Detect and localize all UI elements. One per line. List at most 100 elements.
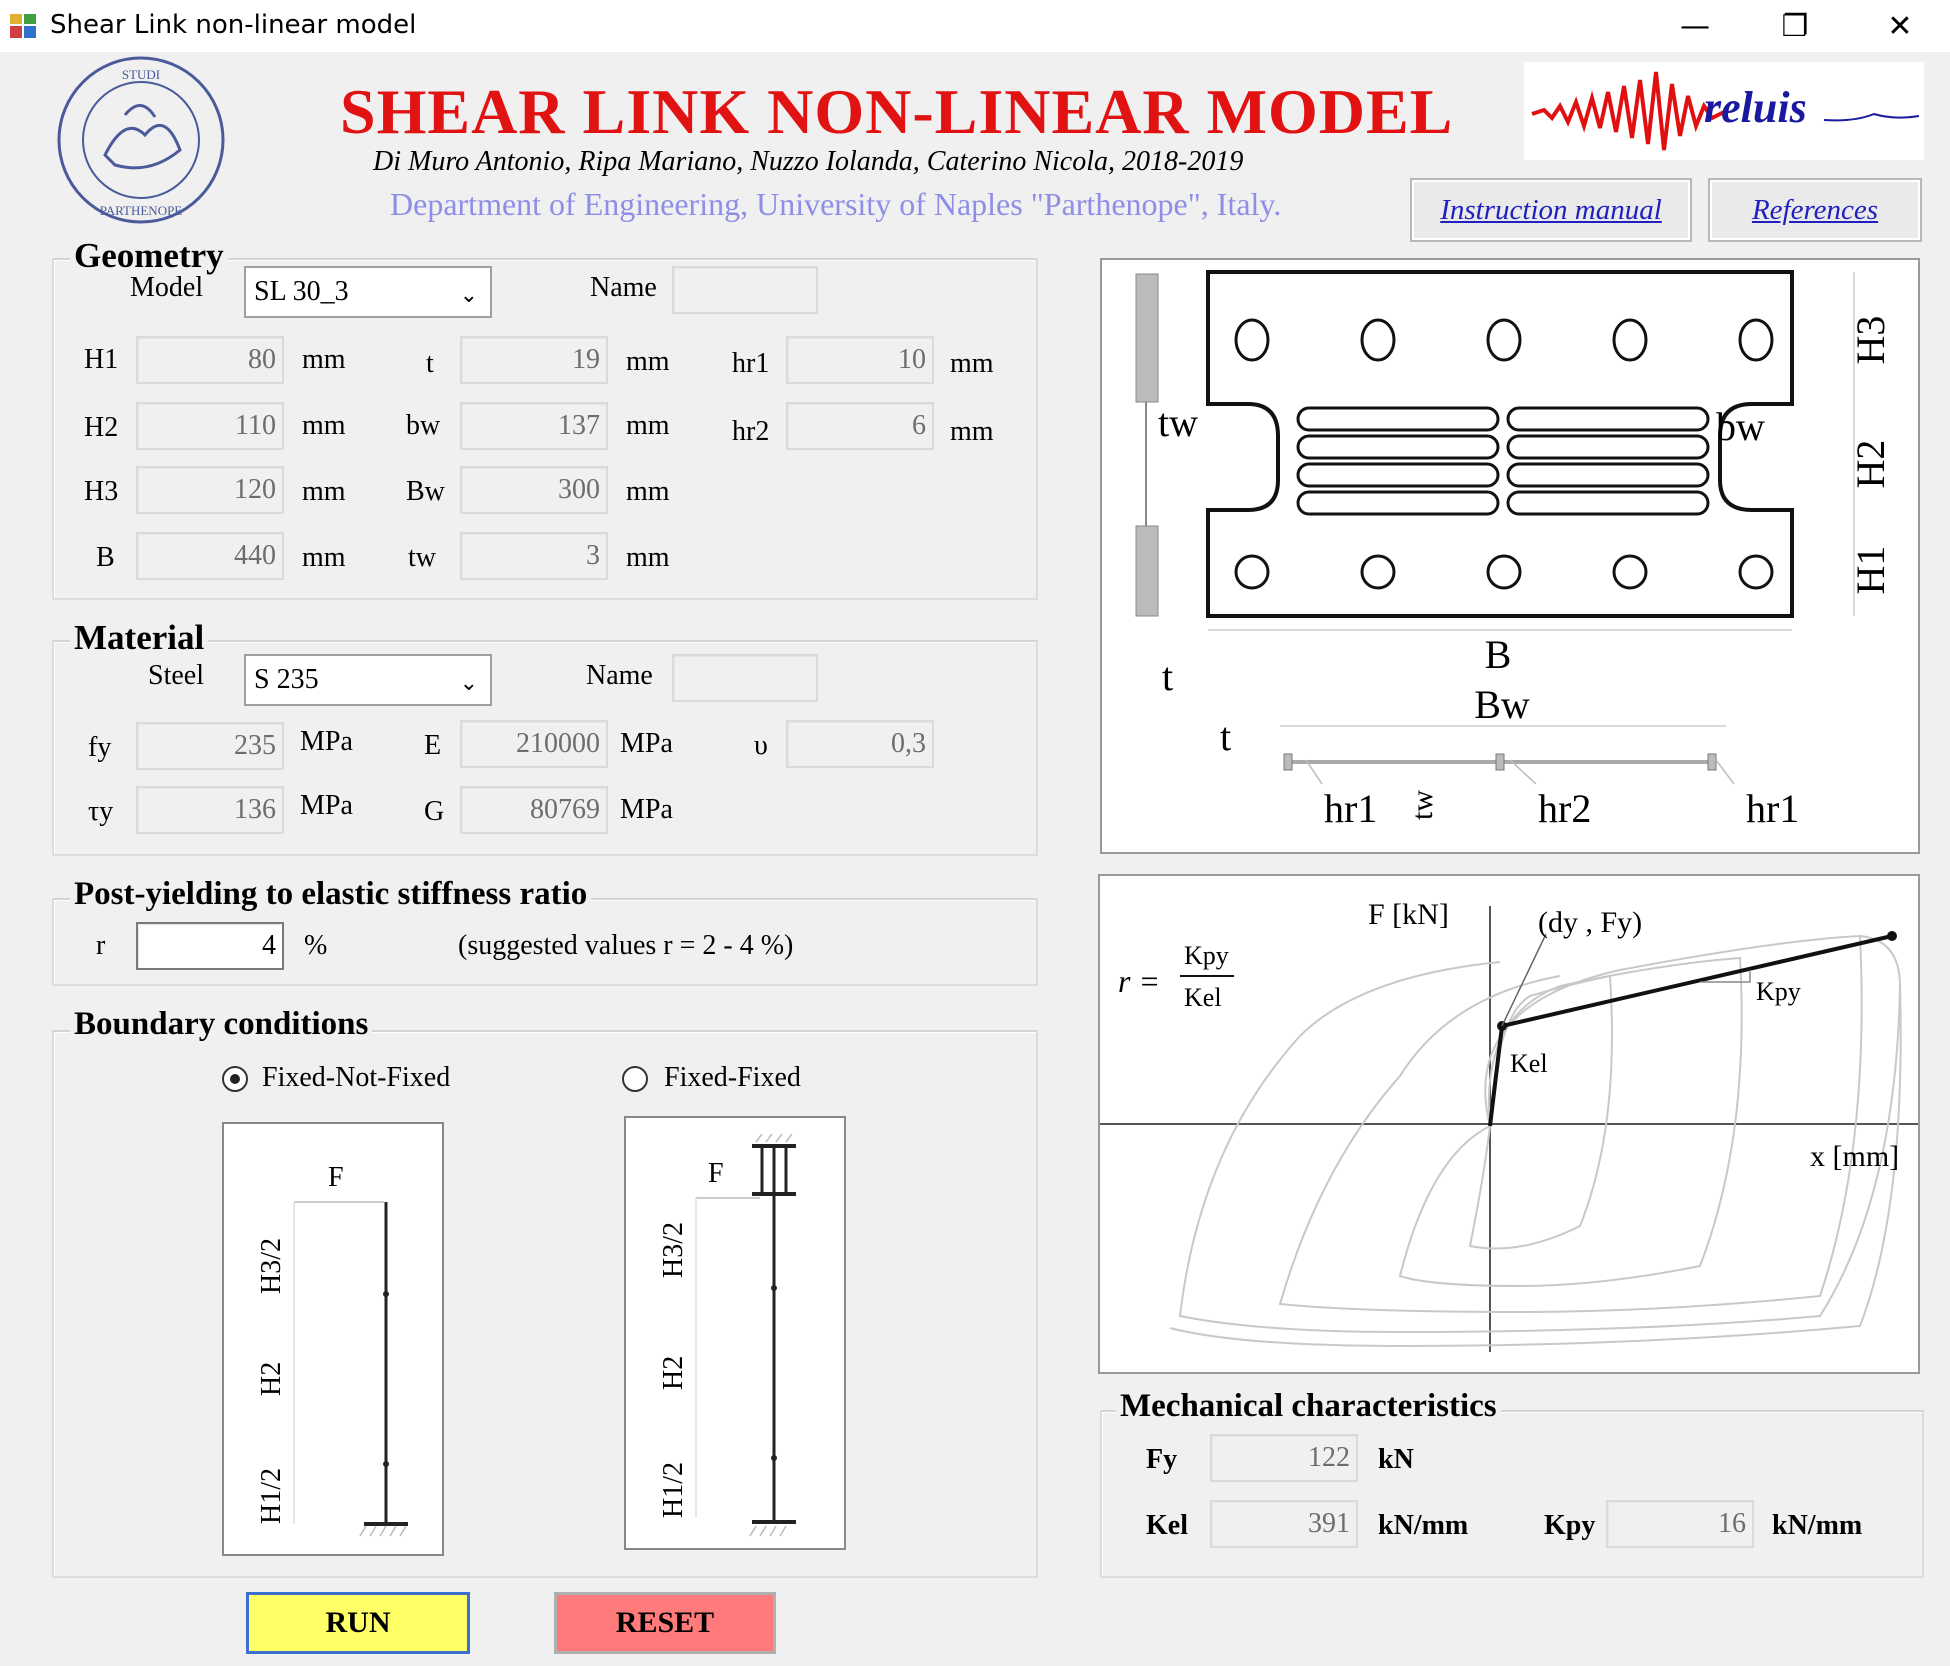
h2-scheme-label: H2 (256, 1362, 287, 1396)
shear-link-drawing: H3 H2 H1 B Bw tw bw t t hr1 hr2 hr1 tw (1135, 270, 1893, 831)
t-unit: mm (626, 346, 670, 377)
bw-cap-unit: mm (626, 476, 670, 507)
authors-text: Di Muro Antonio, Ripa Mariano, Nuzzo Iol… (373, 146, 1244, 177)
g-label: G (424, 796, 445, 827)
svg-text:STUDI: STUDI (122, 67, 160, 82)
restore-icon: ❐ (1781, 8, 1809, 44)
fixed-fixed-label[interactable]: Fixed-Fixed (664, 1062, 801, 1094)
h3-drawing-label: H3 (1848, 316, 1893, 365)
cantilever-diagram: F H3/2 H2 H1/2 (256, 1162, 408, 1537)
force-axis-label: F [kN] (1368, 898, 1449, 931)
kel-unit: kN/mm (1378, 1510, 1469, 1541)
restore-button[interactable]: ❐ (1760, 0, 1830, 52)
hr2-label: hr2 (732, 416, 770, 447)
h1-drawing-label: H1 (1848, 546, 1893, 595)
geometry-name-label: Name (590, 272, 657, 303)
minimize-button[interactable]: — (1660, 0, 1730, 52)
fy-unit: MPa (300, 726, 353, 757)
e-unit: MPa (620, 728, 673, 759)
fixed-fixed-radio[interactable] (622, 1066, 648, 1092)
geometry-name-field[interactable] (672, 266, 818, 314)
geometry-drawing: H3 H2 H1 B Bw tw bw t t hr1 hr2 hr1 tw (1100, 258, 1920, 854)
model-select-value: SL 30_3 (254, 276, 349, 307)
bw-unit: mm (626, 410, 670, 441)
steel-select[interactable]: S 235 ⌄ (244, 654, 492, 706)
chevron-down-icon: ⌄ (459, 283, 478, 308)
reset-button[interactable]: RESET (554, 1592, 776, 1654)
fixed-not-fixed-label[interactable]: Fixed-Not-Fixed (262, 1062, 450, 1094)
close-button[interactable]: ✕ (1865, 0, 1935, 52)
g-unit: MPa (620, 794, 673, 825)
bw-cap-label: Bw (406, 476, 445, 507)
reluis-wordmark: reluis (1704, 83, 1807, 132)
kel-label: Kel (1146, 1510, 1188, 1541)
kel-graph-label: Kel (1510, 1049, 1548, 1078)
ratio-denominator: Kel (1184, 983, 1222, 1012)
b-field[interactable]: 440 (136, 532, 284, 580)
material-name-field[interactable] (672, 654, 818, 702)
hr1-field[interactable]: 10 (786, 336, 934, 384)
h1-half-label: H1/2 (256, 1468, 287, 1524)
hr1-label: hr1 (732, 348, 770, 379)
h1-label: H1 (84, 344, 119, 375)
e-field[interactable]: 210000 (460, 720, 608, 768)
material-title: Material (70, 618, 209, 658)
h2-drawing-label: H2 (1848, 440, 1893, 489)
h1-field[interactable]: 80 (136, 336, 284, 384)
bw-cap-field[interactable]: 300 (460, 466, 608, 514)
bw-label: bw (406, 410, 441, 441)
h2-unit: mm (302, 410, 346, 441)
kel-field[interactable]: 391 (1210, 1500, 1358, 1548)
r-label: r (96, 930, 106, 961)
r-hint: (suggested values r = 2 - 4 %) (458, 930, 794, 961)
post-yielding-title: Post-yielding to elastic stiffness ratio (70, 876, 592, 913)
tw-label: tw (408, 542, 436, 573)
r-field[interactable]: 4 (136, 922, 284, 970)
hr2-field[interactable]: 6 (786, 402, 934, 450)
ty-unit: MPa (300, 790, 353, 821)
kpy-field[interactable]: 16 (1606, 1500, 1754, 1548)
steel-select-value: S 235 (254, 664, 319, 695)
fy-mech-field[interactable]: 122 (1210, 1434, 1358, 1482)
fy-mech-unit: kN (1378, 1444, 1414, 1475)
steel-label: Steel (148, 660, 204, 691)
fixed-not-fixed-scheme: F H3/2 H2 H1/2 (222, 1122, 444, 1556)
kpy-unit: kN/mm (1772, 1510, 1863, 1541)
model-select[interactable]: SL 30_3 ⌄ (244, 266, 492, 318)
force-label: F (328, 1162, 344, 1193)
run-button[interactable]: RUN (246, 1592, 470, 1654)
tw-field[interactable]: 3 (460, 532, 608, 580)
t-web-drawing-label: t (1220, 714, 1231, 759)
kpy-graph-label: Kpy (1756, 977, 1801, 1006)
tw-drawing-label: tw (1158, 400, 1198, 445)
material-name-label: Name (586, 660, 653, 691)
b-unit: mm (302, 542, 346, 573)
h2-scheme-label-2: H2 (658, 1356, 689, 1390)
bw-field[interactable]: 137 (460, 402, 608, 450)
ty-field[interactable]: 136 (136, 786, 284, 834)
h2-field[interactable]: 110 (136, 402, 284, 450)
fy-field[interactable]: 235 (136, 722, 284, 770)
hr1-left-drawing-label: hr1 (1324, 786, 1377, 831)
boundary-group (52, 1030, 1038, 1578)
fy-label: fy (88, 732, 112, 763)
title-bar: Shear Link non-linear model — ❐ ✕ (0, 0, 1950, 52)
fixed-not-fixed-radio[interactable] (222, 1066, 248, 1092)
g-field[interactable]: 80769 (460, 786, 608, 834)
h3-field[interactable]: 120 (136, 466, 284, 514)
force-label-2: F (708, 1158, 724, 1189)
references-button[interactable]: References (1708, 178, 1922, 242)
t-label: t (426, 348, 434, 379)
instruction-manual-button[interactable]: Instruction manual (1410, 178, 1692, 242)
t-field[interactable]: 19 (460, 336, 608, 384)
tw-web-drawing-label: tw (1406, 790, 1439, 820)
ratio-numerator: Kpy (1184, 941, 1229, 970)
h1-unit: mm (302, 344, 346, 375)
hr1-right-drawing-label: hr1 (1746, 786, 1799, 831)
kpy-label: Kpy (1544, 1510, 1596, 1541)
h3-label: H3 (84, 476, 119, 507)
nu-field[interactable]: 0,3 (786, 720, 934, 768)
h3-unit: mm (302, 476, 346, 507)
app-icon (10, 14, 36, 38)
hysteresis-graph: F [kN] x [mm] (dy , Fy) Kpy Kel r = Kpy … (1098, 874, 1920, 1374)
